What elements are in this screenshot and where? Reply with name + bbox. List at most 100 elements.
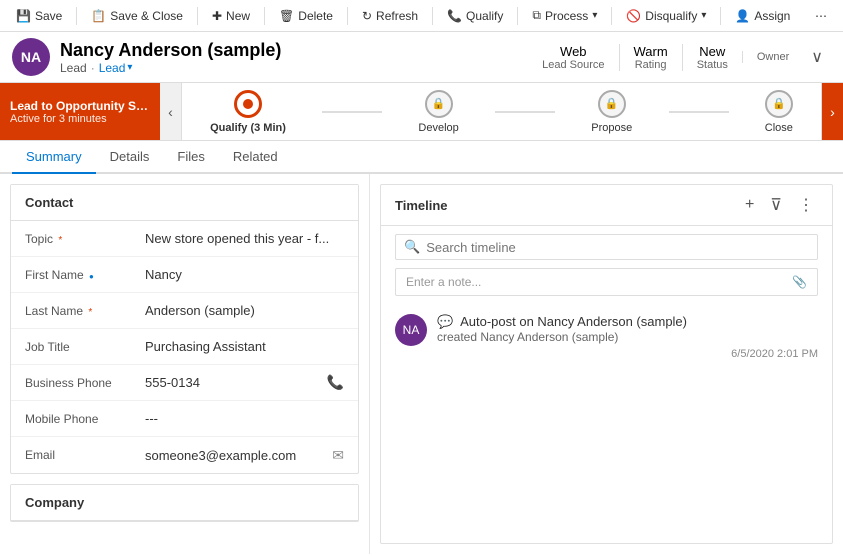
right-panel: Timeline + ⊽ ⋮ 🔍 Enter a note... 📎 <box>370 174 843 554</box>
timeline-filter-button[interactable]: ⊽ <box>766 193 786 217</box>
header-info: Nancy Anderson (sample) Lead · Lead ▾ <box>60 40 528 75</box>
rating-meta[interactable]: Warm Rating <box>619 44 682 71</box>
qualify-button[interactable]: 📞 Qualify <box>439 6 511 26</box>
process-alert-subtitle: Active for 3 minutes <box>10 113 150 125</box>
status-meta[interactable]: New Status <box>682 44 742 71</box>
left-panel: Contact Topic * New store opened this ye… <box>0 174 370 554</box>
process-button[interactable]: ⧉ Process ▾ <box>524 5 605 26</box>
delete-button[interactable]: 🗑 Delete <box>271 6 341 26</box>
topic-value[interactable]: New store opened this year - f... <box>145 231 344 246</box>
more-icon: ⋯ <box>815 9 827 23</box>
qualify-label: Qualify (3 Min) <box>210 122 286 134</box>
company-section-card: Company <box>10 484 359 522</box>
firstname-optional-dot: ● <box>89 272 94 281</box>
save-icon: 💾 <box>16 9 31 23</box>
close-circle: 🔒 <box>765 90 793 118</box>
timeline-search-bar: 🔍 <box>395 234 818 260</box>
separator <box>517 7 518 25</box>
lastname-required: * <box>88 307 92 318</box>
tab-related[interactable]: Related <box>219 141 292 174</box>
disqualify-button[interactable]: 🚫 Disqualify ▾ <box>618 6 714 26</box>
process-dropdown-icon: ▾ <box>592 10 597 21</box>
tab-files[interactable]: Files <box>163 141 218 174</box>
mobilephone-value[interactable]: --- <box>145 411 344 426</box>
process-nav-left[interactable]: ‹ <box>160 83 182 140</box>
separator <box>611 7 612 25</box>
add-icon: + <box>745 196 754 213</box>
qualify-icon: 📞 <box>447 9 462 23</box>
lead-source-label: Lead Source <box>542 59 604 71</box>
lead-type-dropdown[interactable]: Lead ▾ <box>99 61 133 75</box>
timeline-entry: NA 💬 Auto-post on Nancy Anderson (sample… <box>381 304 832 370</box>
new-button[interactable]: ✚ New <box>204 6 258 26</box>
header-meta: Web Lead Source Warm Rating New Status O… <box>528 44 803 71</box>
process-alert[interactable]: Lead to Opportunity Sale... Active for 3… <box>0 83 160 140</box>
firstname-value[interactable]: Nancy <box>145 267 344 282</box>
timeline-header: Timeline + ⊽ ⋮ <box>381 185 832 226</box>
separator <box>720 7 721 25</box>
timeline-note-input[interactable]: Enter a note... 📎 <box>395 268 818 296</box>
develop-circle: 🔒 <box>425 90 453 118</box>
jobtitle-value[interactable]: Purchasing Assistant <box>145 339 344 354</box>
phone-call-icon[interactable]: 📞 <box>327 374 344 391</box>
process-step-qualify[interactable]: Qualify (3 Min) <box>210 90 286 134</box>
filter-icon: ⊽ <box>770 197 782 214</box>
timeline-search-input[interactable] <box>426 240 809 255</box>
disqualify-dropdown-icon: ▾ <box>701 10 706 21</box>
process-steps: Qualify (3 Min) 🔒 Develop 🔒 Propose 🔒 Cl… <box>182 90 821 134</box>
header-collapse-button[interactable]: ∨ <box>803 43 831 71</box>
status-label: Status <box>697 59 728 71</box>
lock-icon-develop: 🔒 <box>432 97 446 110</box>
email-label: Email <box>25 448 145 462</box>
tab-summary[interactable]: Summary <box>12 141 96 174</box>
search-icon: 🔍 <box>404 239 420 255</box>
refresh-button[interactable]: ↻ Refresh <box>354 6 426 26</box>
process-nav-right[interactable]: › <box>821 83 843 140</box>
bizphone-value[interactable]: 555-0134 📞 <box>145 374 344 391</box>
contact-section-header: Contact <box>11 185 358 221</box>
new-icon: ✚ <box>212 9 222 23</box>
email-send-icon[interactable]: ✉ <box>332 447 344 464</box>
mobilephone-field-row: Mobile Phone --- <box>11 401 358 437</box>
process-step-close[interactable]: 🔒 Close <box>765 90 793 134</box>
rating-label: Rating <box>635 59 667 71</box>
process-step-propose[interactable]: 🔒 Propose <box>591 90 632 134</box>
rating-value: Warm <box>634 44 668 59</box>
save-button[interactable]: 💾 Save <box>8 6 70 26</box>
qualify-dot <box>243 99 253 109</box>
entry-timestamp: 6/5/2020 2:01 PM <box>437 348 818 360</box>
entry-title: 💬 Auto-post on Nancy Anderson (sample) <box>437 314 818 330</box>
jobtitle-label: Job Title <box>25 340 145 354</box>
status-value: New <box>699 44 725 59</box>
record-header: NA Nancy Anderson (sample) Lead · Lead ▾… <box>0 32 843 83</box>
company-section-header: Company <box>11 485 358 521</box>
owner-meta[interactable]: Owner <box>742 51 803 63</box>
entry-subtitle: created Nancy Anderson (sample) <box>437 330 818 344</box>
process-icon: ⧉ <box>532 8 541 23</box>
email-value[interactable]: someone3@example.com ✉ <box>145 447 344 464</box>
save-close-button[interactable]: 📋 Save & Close <box>83 6 191 26</box>
owner-label: Owner <box>757 51 789 63</box>
lock-icon-close: 🔒 <box>772 97 786 110</box>
refresh-icon: ↻ <box>362 9 372 23</box>
process-step-develop[interactable]: 🔒 Develop <box>418 90 458 134</box>
jobtitle-field-row: Job Title Purchasing Assistant <box>11 329 358 365</box>
main-content: Contact Topic * New store opened this ye… <box>0 174 843 554</box>
lastname-value[interactable]: Anderson (sample) <box>145 303 344 318</box>
lock-icon-propose: 🔒 <box>605 97 619 110</box>
more-actions-button[interactable]: ⋯ <box>807 6 835 26</box>
tab-details[interactable]: Details <box>96 141 164 174</box>
separator <box>264 7 265 25</box>
timeline-add-button[interactable]: + <box>741 194 758 216</box>
separator <box>76 7 77 25</box>
assign-button[interactable]: 👤 Assign <box>727 6 798 26</box>
separator <box>197 7 198 25</box>
firstname-field-row: First Name ● Nancy <box>11 257 358 293</box>
process-bar: Lead to Opportunity Sale... Active for 3… <box>0 83 843 141</box>
lead-source-meta[interactable]: Web Lead Source <box>528 44 618 71</box>
timeline-more-button[interactable]: ⋮ <box>794 193 818 217</box>
contact-section-card: Contact Topic * New store opened this ye… <box>10 184 359 474</box>
dropdown-chevron: ▾ <box>127 62 132 73</box>
toolbar: 💾 Save 📋 Save & Close ✚ New 🗑 Delete ↻ R… <box>0 0 843 32</box>
lead-source-value: Web <box>560 44 587 59</box>
